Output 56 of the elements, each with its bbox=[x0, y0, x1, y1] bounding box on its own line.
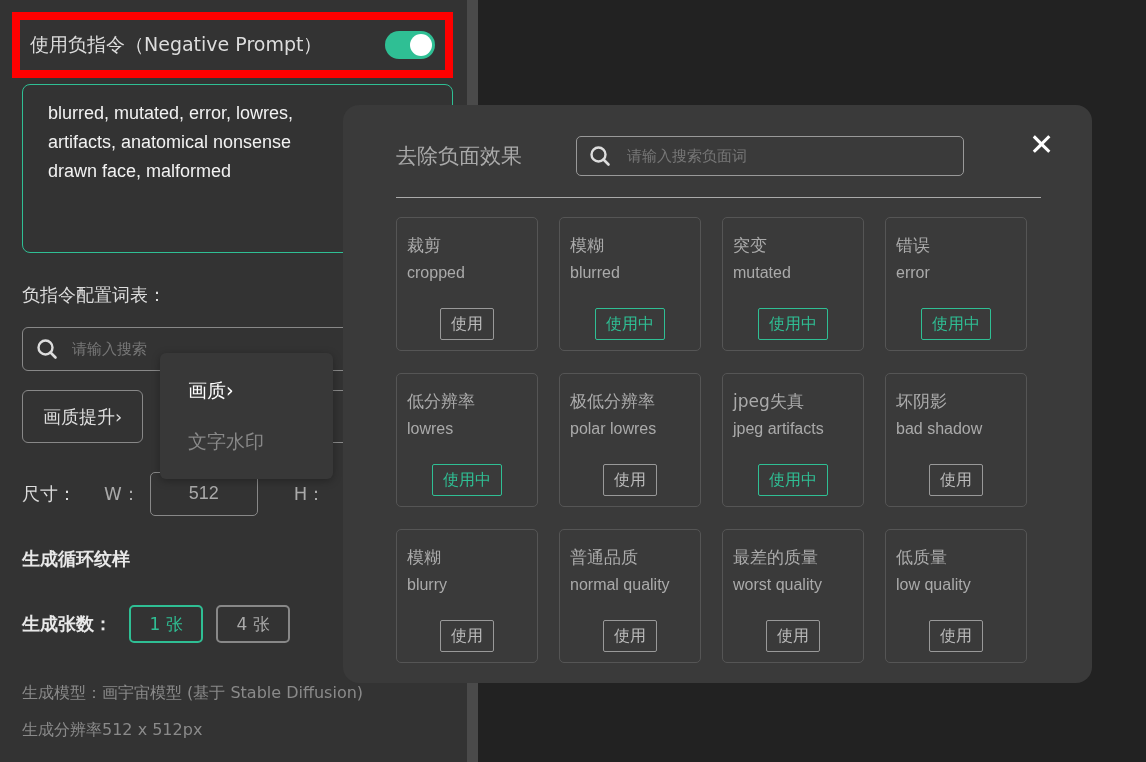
term-chinese: 模糊 bbox=[407, 546, 442, 569]
count-option[interactable]: 1 张 bbox=[129, 605, 203, 643]
term-english: worst quality bbox=[733, 576, 823, 594]
use-button[interactable]: 使用 bbox=[929, 620, 983, 652]
use-button[interactable]: 使用中 bbox=[758, 308, 828, 340]
search-input[interactable]: 请输入搜索负面词 bbox=[625, 146, 963, 166]
term-english: bad shadow bbox=[896, 420, 984, 438]
term-english: lowres bbox=[407, 420, 455, 438]
menu-item[interactable]: 画质› bbox=[188, 378, 234, 404]
loop-pattern-label: 生成循环纹样 bbox=[22, 547, 130, 571]
count-option[interactable]: 4 张 bbox=[216, 605, 290, 643]
term-english: error bbox=[896, 264, 931, 282]
category-button[interactable]: 画质提升› bbox=[22, 390, 144, 443]
term-chinese: 普通品质 bbox=[570, 546, 639, 569]
model-info: 生成模型：画宇宙模型 (基于 Stable Diffusion) bbox=[22, 683, 364, 704]
use-button[interactable]: 使用 bbox=[929, 464, 983, 496]
menu-item[interactable]: 文字水印 bbox=[188, 429, 264, 455]
section-title: 使用负指令（Negative Prompt） bbox=[30, 32, 323, 57]
term-chinese: 模糊 bbox=[570, 234, 605, 257]
term-chinese: 坏阴影 bbox=[896, 390, 948, 413]
use-button[interactable]: 使用 bbox=[440, 308, 494, 340]
size-label: 尺寸： bbox=[22, 481, 76, 506]
term-english: jpeg artifacts bbox=[733, 420, 825, 438]
resolution-info: 生成分辨率512 x 512px bbox=[22, 720, 203, 741]
term-english: cropped bbox=[407, 264, 466, 282]
term-english: blurred bbox=[570, 264, 621, 282]
use-button[interactable]: 使用中 bbox=[758, 464, 828, 496]
use-button[interactable]: 使用 bbox=[440, 620, 494, 652]
term-chinese: jpeg失真 bbox=[733, 390, 805, 413]
use-button[interactable]: 使用 bbox=[603, 620, 657, 652]
term-english: mutated bbox=[733, 264, 792, 282]
search-field[interactable]: 请输入搜索负面词 bbox=[576, 136, 964, 176]
term-chinese: 突变 bbox=[733, 234, 768, 257]
term-english: blurry bbox=[407, 576, 448, 594]
width-label: W： bbox=[104, 481, 140, 506]
use-button[interactable]: 使用中 bbox=[432, 464, 502, 496]
close-button[interactable]: ✕ bbox=[1029, 130, 1054, 160]
term-chinese: 低分辨率 bbox=[407, 390, 476, 413]
term-chinese: 错误 bbox=[896, 234, 931, 257]
search-input[interactable]: 请输入搜索 bbox=[70, 339, 452, 359]
term-chinese: 低质量 bbox=[896, 546, 948, 569]
use-button[interactable]: 使用中 bbox=[921, 308, 991, 340]
term-chinese: 最差的质量 bbox=[733, 546, 819, 569]
term-english: low quality bbox=[896, 576, 972, 594]
use-button[interactable]: 使用 bbox=[766, 620, 820, 652]
count-label: 生成张数： bbox=[22, 612, 112, 636]
toggle-switch[interactable] bbox=[385, 31, 435, 59]
search-icon bbox=[589, 145, 611, 167]
term-english: normal quality bbox=[570, 576, 671, 594]
height-label: H： bbox=[293, 481, 326, 506]
use-button[interactable]: 使用 bbox=[603, 464, 657, 496]
search-icon bbox=[36, 338, 58, 360]
word-list-label: 负指令配置词表： bbox=[22, 283, 167, 307]
term-english: polar lowres bbox=[570, 420, 658, 438]
term-chinese: 极低分辨率 bbox=[570, 390, 656, 413]
use-button[interactable]: 使用中 bbox=[595, 308, 665, 340]
